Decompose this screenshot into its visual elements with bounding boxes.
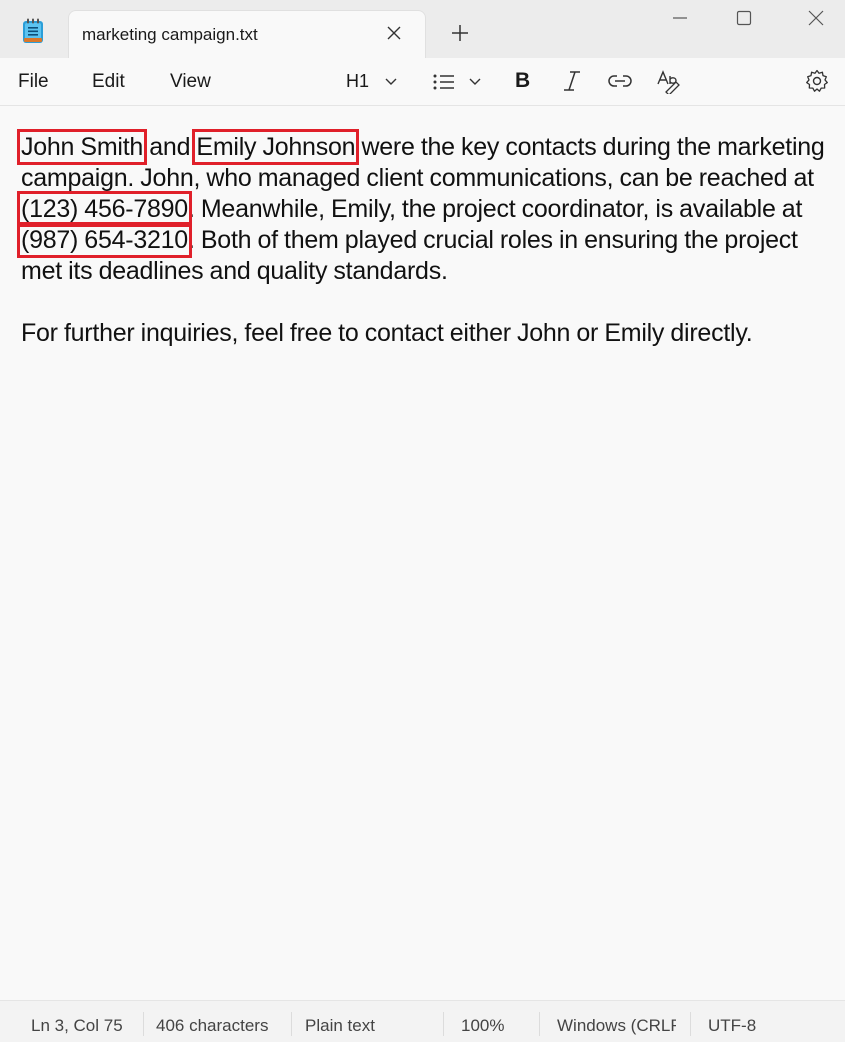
paragraph-2: For further inquiries, feel free to cont… [21, 319, 753, 347]
menu-edit[interactable]: Edit [92, 71, 125, 93]
list-icon [433, 74, 454, 90]
heading-dropdown[interactable]: H1 [346, 68, 402, 96]
menu-bar: File Edit View H1 B [0, 58, 845, 106]
status-character-count: 406 characters [156, 1016, 269, 1035]
minimize-icon[interactable] [657, 6, 703, 32]
menu-file[interactable]: File [18, 71, 49, 93]
tab-title: marketing campaign.txt [82, 25, 258, 44]
gear-icon [806, 69, 828, 92]
chevron-down-icon [385, 78, 397, 85]
close-icon[interactable] [385, 24, 403, 42]
status-bar: Ln 3, Col 75 406 characters Plain text 1… [0, 1000, 845, 1042]
highlighted-entity: Emily Johnson [192, 129, 360, 165]
paragraph-1: John Smith and Emily Johnson were the ke… [16, 129, 841, 287]
settings-button[interactable] [804, 68, 830, 96]
close-window-icon[interactable] [793, 6, 839, 32]
tab-marketing-campaign[interactable]: marketing campaign.txt [68, 10, 426, 58]
status-divider [690, 1012, 691, 1036]
link-button[interactable] [607, 68, 633, 96]
highlighted-entity: (123) 456-7890 [17, 191, 192, 227]
status-divider [443, 1012, 444, 1036]
document-text: John Smith and Emily Johnson were the ke… [16, 129, 841, 349]
text-segment: and [143, 133, 197, 161]
status-zoom[interactable]: 100% [461, 1016, 531, 1036]
maximize-icon[interactable] [721, 6, 767, 32]
status-line-ending[interactable]: Windows (CRLF) [557, 1016, 676, 1036]
text-editor[interactable]: John Smith and Emily Johnson were the ke… [0, 107, 845, 1000]
notepad-app-icon [22, 18, 44, 44]
status-encoding[interactable]: UTF-8 [708, 1016, 778, 1036]
italic-icon [564, 71, 580, 91]
italic-button[interactable] [561, 68, 583, 96]
highlighted-entity: John Smith [16, 129, 148, 165]
notepad-window: marketing campaign.txt File Edit View H1… [0, 0, 845, 1042]
bold-button[interactable]: B [513, 68, 535, 96]
plus-icon[interactable] [449, 22, 471, 44]
status-divider [291, 1012, 292, 1036]
heading-label: H1 [346, 71, 370, 91]
menu-view[interactable]: View [170, 71, 211, 93]
title-bar: marketing campaign.txt [0, 0, 845, 58]
list-dropdown[interactable] [430, 68, 486, 96]
link-icon [608, 75, 632, 87]
highlighted-entity: (987) 654-3210 [17, 222, 192, 258]
text-segment: . Meanwhile, Emily, the project coordina… [187, 195, 803, 223]
status-file-format[interactable]: Plain text [305, 1016, 437, 1036]
spellcheck-icon [657, 70, 680, 96]
chevron-down-icon [469, 78, 481, 85]
status-cursor-position[interactable]: Ln 3, Col 75 [31, 1016, 136, 1036]
spellcheck-button[interactable] [656, 68, 682, 96]
bold-icon: B [515, 69, 531, 92]
status-divider [539, 1012, 540, 1036]
status-divider [143, 1012, 144, 1036]
